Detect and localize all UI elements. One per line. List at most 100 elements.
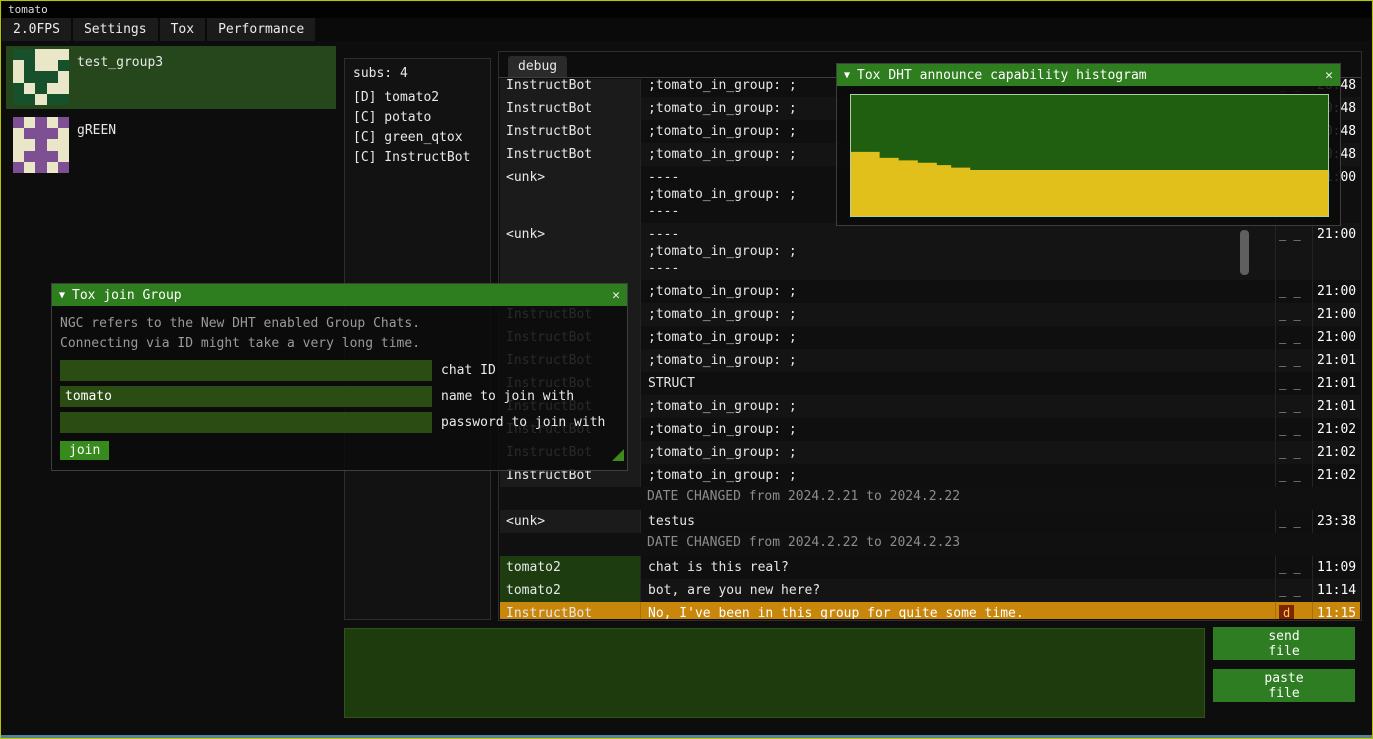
avatar-pixel [47, 162, 58, 173]
message-row[interactable]: InstructBot;tomato_in_group: ;_ _21:01 [500, 395, 1360, 418]
chat-scrollbar[interactable] [1240, 230, 1249, 275]
contact-list: test_group3gREEN [6, 46, 336, 177]
message-row[interactable]: InstructBotNo, I've been in this group f… [500, 602, 1360, 619]
message-status: _ _ [1275, 326, 1312, 349]
message-row[interactable]: InstructBotSTRUCT_ _21:01 [500, 372, 1360, 395]
sender-name: InstructBot [500, 120, 640, 143]
close-icon[interactable]: ✕ [612, 288, 620, 303]
message-row[interactable]: <unk>testus_ _23:38 [500, 510, 1360, 533]
join-button[interactable]: join [60, 441, 109, 460]
join-window-titlebar[interactable]: ▼ Tox join Group ✕ [52, 284, 627, 306]
message-status: _ _ [1275, 280, 1312, 303]
menu-performance[interactable]: Performance [207, 18, 315, 41]
contact-item[interactable]: gREEN [6, 114, 336, 177]
message-time: 21:01 [1312, 349, 1360, 372]
avatar-pixel [58, 49, 69, 60]
avatar-pixel [24, 151, 35, 162]
avatar-pixel [35, 162, 46, 173]
paste-file-button[interactable]: paste file [1213, 669, 1355, 702]
message-text: ---- ;tomato_in_group: ; ---- [640, 223, 1275, 280]
message-row[interactable]: InstructBot;tomato_in_group: ;_ _21:00 [500, 326, 1360, 349]
message-status: _ _ [1275, 510, 1312, 533]
avatar-pixel [35, 83, 46, 94]
sender-name: tomato2 [500, 556, 640, 579]
member-item[interactable]: [C] green_qtox [345, 128, 490, 148]
contact-avatar-icon [13, 117, 69, 173]
message-text: No, I've been in this group for quite so… [640, 602, 1275, 619]
member-list: [D] tomato2[C] potato[C] green_qtox[C] I… [345, 88, 490, 168]
menu-settings[interactable]: Settings [73, 18, 158, 41]
message-row[interactable]: InstructBot;tomato_in_group: ;_ _21:02 [500, 464, 1360, 487]
avatar-pixel [24, 139, 35, 150]
chat-id-input[interactable] [60, 360, 432, 381]
sender-name: InstructBot [500, 602, 640, 619]
histogram-window-titlebar[interactable]: ▼ Tox DHT announce capability histogram … [837, 64, 1340, 86]
avatar-pixel [47, 71, 58, 82]
message-time: 21:02 [1312, 441, 1360, 464]
message-text: chat is this real? [640, 556, 1275, 579]
join-password-label: password to join with [441, 415, 605, 430]
sender-name: InstructBot [500, 79, 640, 97]
join-window-body: NGC refers to the New DHT enabled Group … [52, 306, 627, 464]
avatar-pixel [58, 83, 69, 94]
menu-tox[interactable]: Tox [160, 18, 205, 41]
avatar-pixel [35, 94, 46, 105]
message-row[interactable]: InstructBot;tomato_in_group: ;_ _21:02 [500, 418, 1360, 441]
date-separator-row: DATE CHANGED from 2024.2.21 to 2024.2.22 [500, 487, 1360, 510]
avatar-pixel [13, 49, 24, 60]
fps-counter: 2.0FPS [2, 18, 71, 41]
avatar-pixel [58, 151, 69, 162]
avatar-pixel [24, 128, 35, 139]
compose-input[interactable] [344, 628, 1205, 718]
avatar-pixel [58, 117, 69, 128]
message-row[interactable]: <unk>---- ;tomato_in_group: ; ----_ _21:… [500, 223, 1360, 280]
message-text: ;tomato_in_group: ; [640, 464, 1275, 487]
avatar-pixel [47, 83, 58, 94]
tab-debug[interactable]: debug [508, 56, 567, 77]
avatar-pixel [47, 139, 58, 150]
message-text: ;tomato_in_group: ; [640, 418, 1275, 441]
message-row[interactable]: tomato2bot, are you new here?_ _11:14 [500, 579, 1360, 602]
message-row[interactable]: InstructBot;tomato_in_group: ;_ _21:02 [500, 441, 1360, 464]
message-text: STRUCT [640, 372, 1275, 395]
message-text: testus [640, 510, 1275, 533]
collapse-arrow-icon[interactable]: ▼ [59, 290, 65, 301]
join-password-input[interactable] [60, 412, 432, 433]
avatar-pixel [47, 49, 58, 60]
member-item[interactable]: [C] InstructBot [345, 148, 490, 168]
window-titlebar[interactable]: tomato [2, 2, 1371, 18]
member-item[interactable]: [D] tomato2 [345, 88, 490, 108]
avatar-pixel [47, 60, 58, 71]
join-group-window: ▼ Tox join Group ✕ NGC refers to the New… [51, 283, 628, 471]
join-password-field-row: password to join with [60, 412, 619, 433]
member-item[interactable]: [C] potato [345, 108, 490, 128]
message-text: ;tomato_in_group: ; [640, 395, 1275, 418]
message-row[interactable]: InstructBot;tomato_in_group: ;_ _21:00 [500, 303, 1360, 326]
message-status: _ _ [1275, 441, 1312, 464]
message-row[interactable]: tomato2chat is this real?_ _11:09 [500, 556, 1360, 579]
message-row[interactable]: InstructBot;tomato_in_group: ;_ _21:00 [500, 280, 1360, 303]
avatar-pixel [35, 128, 46, 139]
join-info-line-2: Connecting via ID might take a very long… [60, 334, 619, 354]
message-status: _ _ [1275, 579, 1312, 602]
avatar-pixel [13, 117, 24, 128]
avatar-pixel [47, 94, 58, 105]
message-text: bot, are you new here? [640, 579, 1275, 602]
message-status: _ _ [1275, 223, 1312, 280]
join-name-input[interactable] [60, 386, 432, 407]
avatar-pixel [13, 83, 24, 94]
message-status: _ _ [1275, 418, 1312, 441]
chat-id-label: chat ID [441, 363, 496, 378]
send-file-button[interactable]: send file [1213, 627, 1355, 660]
contact-item[interactable]: test_group3 [6, 46, 336, 109]
collapse-arrow-icon[interactable]: ▼ [844, 70, 850, 81]
join-name-label: name to join with [441, 389, 574, 404]
message-row[interactable]: InstructBot;tomato_in_group: ;_ _21:01 [500, 349, 1360, 372]
avatar-pixel [13, 162, 24, 173]
message-time: 21:01 [1312, 395, 1360, 418]
resize-grip[interactable] [612, 449, 624, 461]
close-icon[interactable]: ✕ [1325, 68, 1333, 83]
avatar-pixel [13, 151, 24, 162]
avatar-pixel [13, 94, 24, 105]
avatar-pixel [24, 117, 35, 128]
